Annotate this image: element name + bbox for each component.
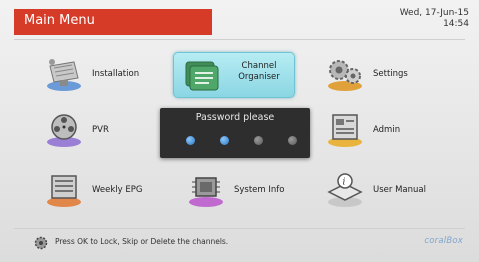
password-dot-empty	[254, 136, 263, 145]
main-menu-screen: Main Menu Wed, 17-Jun-15 14:54 Installat…	[0, 0, 479, 262]
date-time: Wed, 17-Jun-15 14:54	[379, 8, 469, 30]
menu-item-system-info[interactable]: System Info	[186, 170, 316, 210]
password-dot-filled	[186, 136, 195, 145]
time-text: 14:54	[443, 19, 469, 29]
header-divider	[14, 39, 465, 40]
admin-panel-icon	[325, 112, 365, 148]
menu-item-admin[interactable]: Admin	[325, 110, 425, 150]
menu-item-installation[interactable]: Installation	[44, 54, 164, 94]
channel-list-icon	[182, 58, 222, 94]
svg-text:i: i	[343, 178, 346, 188]
menu-item-label: User Manual	[373, 185, 426, 195]
satellite-dish-icon	[44, 56, 84, 92]
menu-item-label: Installation	[92, 69, 140, 79]
gears-icon	[325, 56, 365, 92]
page-title: Main Menu	[24, 13, 95, 28]
title-bar: Main Menu	[14, 9, 212, 35]
brand-logo: coralBox	[424, 236, 463, 246]
menu-item-user-manual[interactable]: i User Manual	[325, 170, 455, 210]
password-dialog[interactable]: Password please	[160, 108, 310, 158]
chip-info-icon	[186, 172, 226, 208]
menu-item-settings[interactable]: Settings	[325, 54, 445, 94]
gear-hint-icon	[34, 235, 48, 250]
date-text: Wed, 17-Jun-15	[399, 8, 469, 18]
password-dot-filled	[220, 136, 229, 145]
film-reel-icon	[44, 112, 84, 148]
footer-hint: Press OK to Lock, Skip or Delete the cha…	[55, 237, 229, 246]
menu-item-label: System Info	[234, 185, 285, 195]
menu-item-weekly-epg[interactable]: Weekly EPG	[44, 170, 164, 210]
menu-item-channel-organiser[interactable]: Channel Organiser	[173, 52, 295, 98]
password-dot-empty	[288, 136, 297, 145]
menu-item-label: PVR	[92, 125, 109, 135]
menu-item-label: Channel Organiser	[238, 61, 280, 82]
manual-book-icon: i	[325, 172, 365, 208]
password-dialog-title: Password please	[195, 112, 275, 123]
epg-guide-icon	[44, 172, 84, 208]
footer-divider	[14, 228, 465, 229]
menu-item-label: Settings	[373, 69, 408, 79]
menu-item-label: Weekly EPG	[92, 185, 143, 195]
menu-item-label: Admin	[373, 125, 401, 135]
menu-item-pvr[interactable]: PVR	[44, 110, 144, 150]
